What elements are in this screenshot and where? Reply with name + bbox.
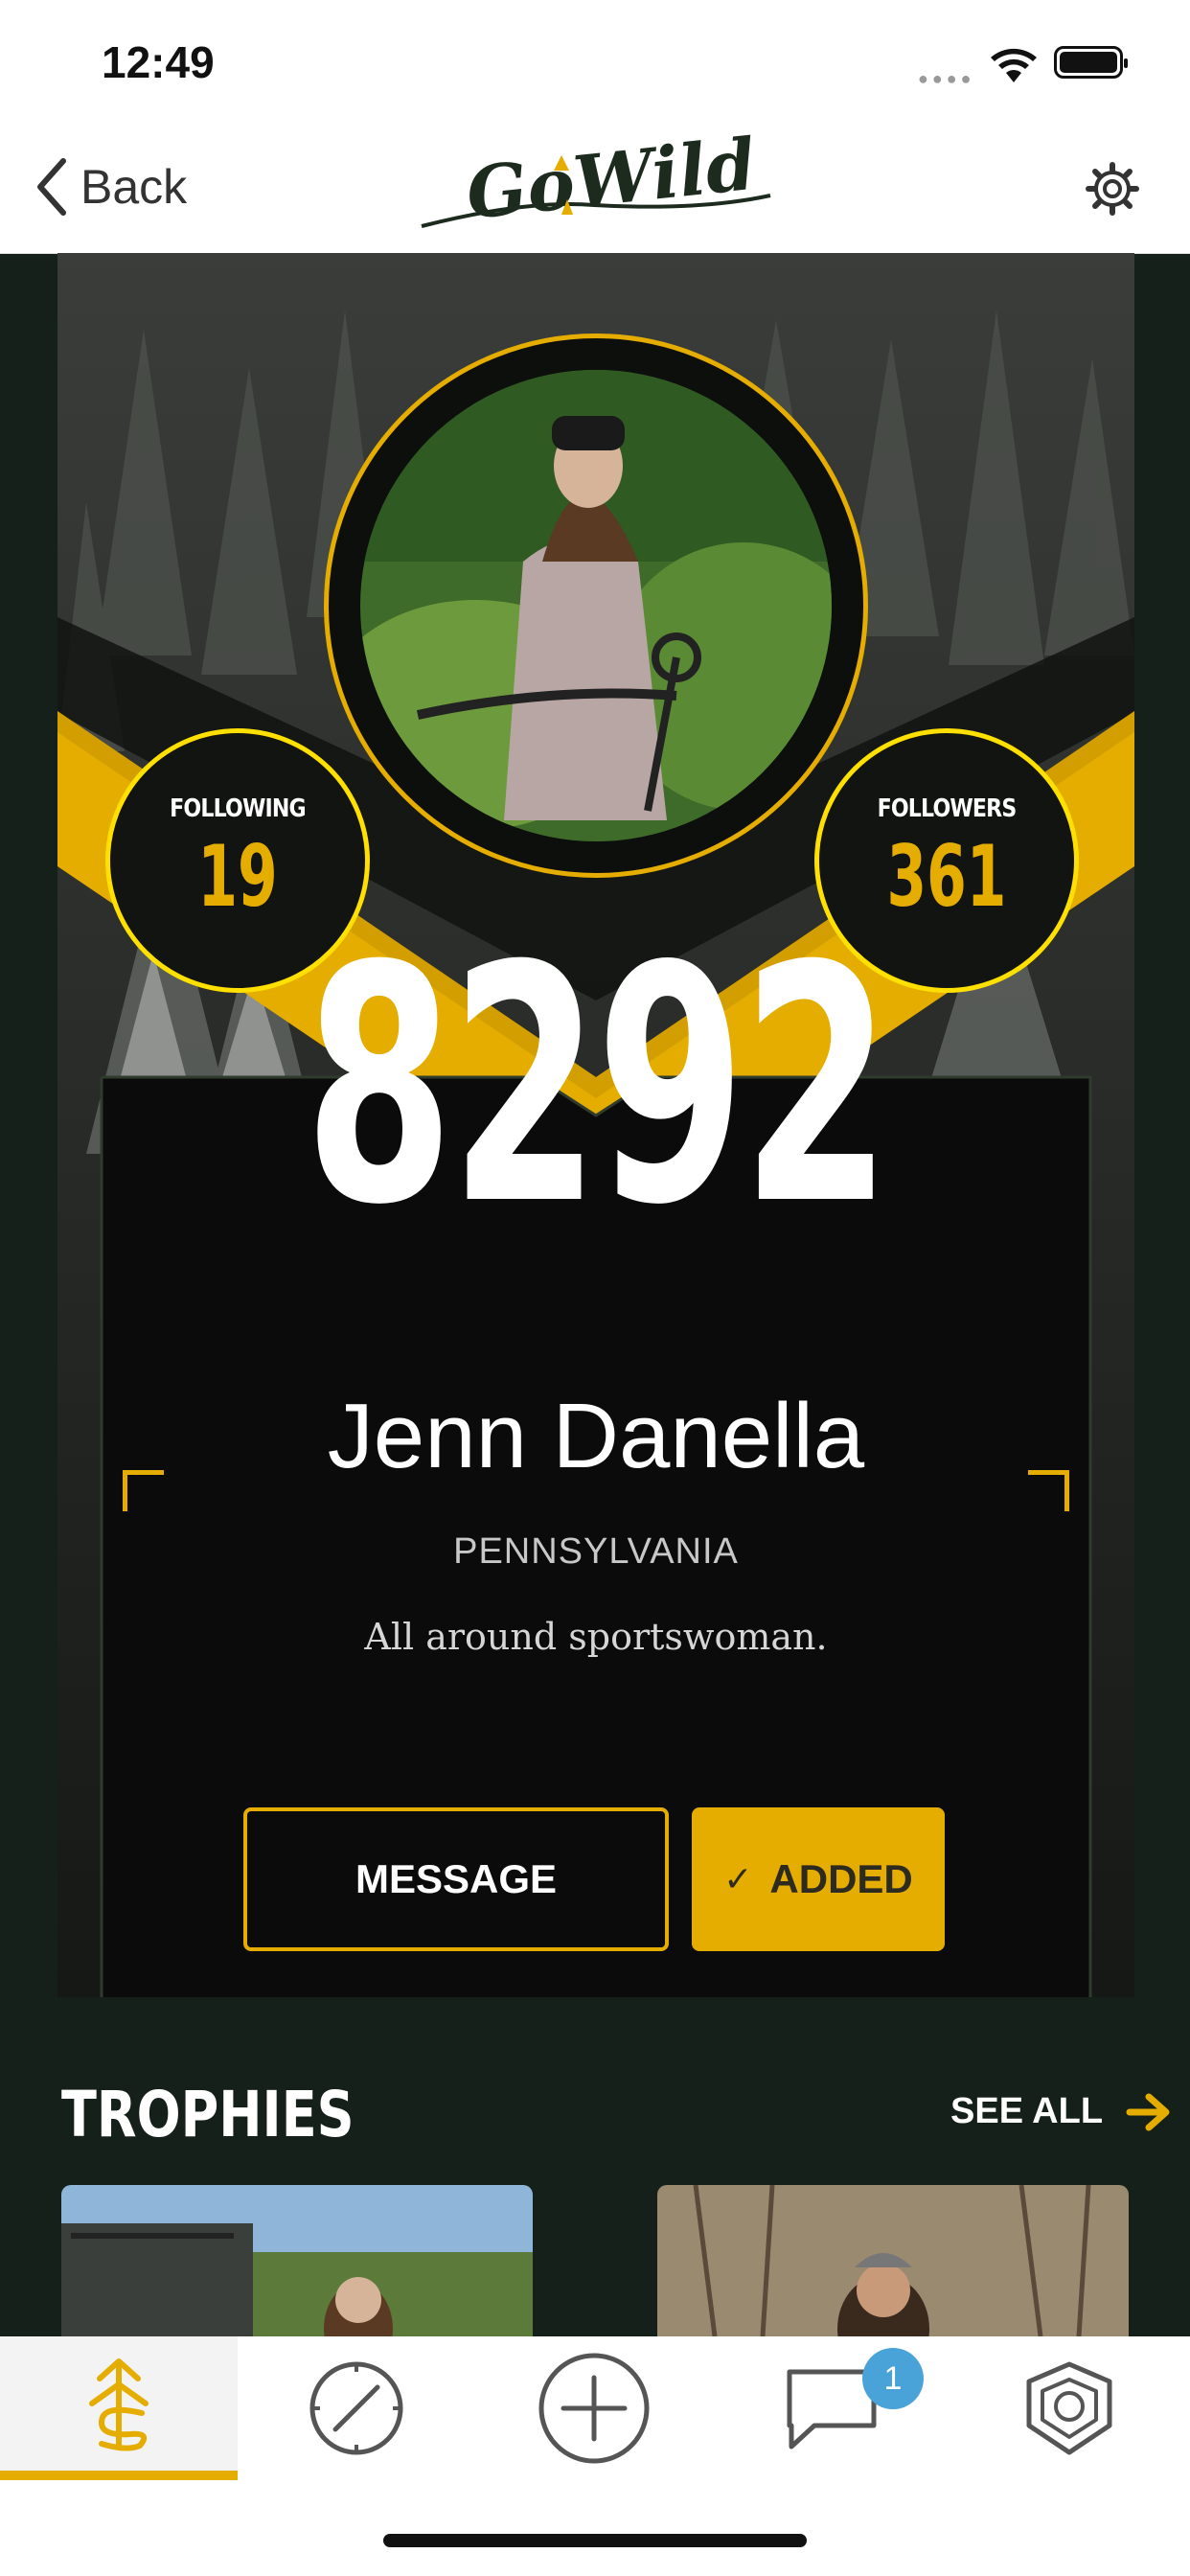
see-all-label: SEE ALL — [950, 2091, 1104, 2131]
user-location: PENNSYLVANIA — [453, 1531, 739, 1572]
tab-profile[interactable] — [950, 2336, 1188, 2480]
trophy-card[interactable] — [657, 2185, 1129, 2336]
home-indicator — [383, 2534, 807, 2547]
status-time: 12:49 — [102, 37, 215, 87]
nav-bar: Back GoWild — [0, 125, 1190, 254]
add-icon — [538, 2353, 650, 2464]
user-bio: All around sportswoman. — [364, 1616, 828, 1658]
badge-icon — [1026, 2361, 1112, 2455]
home-icon — [89, 2358, 149, 2451]
user-name: Jenn Danella — [327, 1385, 865, 1487]
tab-explore[interactable] — [238, 2336, 475, 2480]
gear-icon[interactable] — [1085, 161, 1140, 217]
back-label: Back — [80, 160, 188, 214]
see-all-button[interactable]: SEE ALL — [950, 2091, 1172, 2132]
message-button[interactable]: MESSAGE — [243, 1807, 669, 1951]
trophy-card[interactable] — [61, 2185, 533, 2336]
profile-card: FOLLOWING 19 FOLLOWERS 361 8292 Jenn Dan… — [57, 253, 1134, 1997]
avatar — [360, 370, 832, 841]
check-icon: ✓ — [723, 1859, 753, 1898]
added-label: ADDED — [769, 1856, 913, 1901]
message-count-badge: 1 — [862, 2348, 924, 2409]
following-label: FOLLOWING — [170, 794, 306, 823]
status-bar: 12:49 ●●●● — [0, 0, 1190, 125]
battery-icon — [1054, 46, 1128, 79]
tab-home[interactable] — [0, 2336, 238, 2480]
added-button[interactable]: ✓ ADDED — [692, 1807, 945, 1951]
wifi-icon — [991, 48, 1037, 82]
trophies-title: TROPHIES — [61, 2078, 355, 2151]
followers-label: FOLLOWERS — [877, 794, 1018, 823]
back-button[interactable]: Back — [34, 153, 187, 220]
gowild-logo: GoWild — [421, 132, 771, 236]
svg-text:GoWild: GoWild — [463, 132, 760, 236]
compass-icon — [309, 2361, 403, 2455]
chevron-left-icon — [37, 158, 66, 216]
following-count: 19 — [197, 827, 278, 926]
arrow-right-icon — [1126, 2093, 1170, 2130]
signal-icon: ●●●● — [918, 69, 975, 88]
tab-add[interactable] — [475, 2336, 713, 2480]
message-label: MESSAGE — [355, 1856, 558, 1901]
